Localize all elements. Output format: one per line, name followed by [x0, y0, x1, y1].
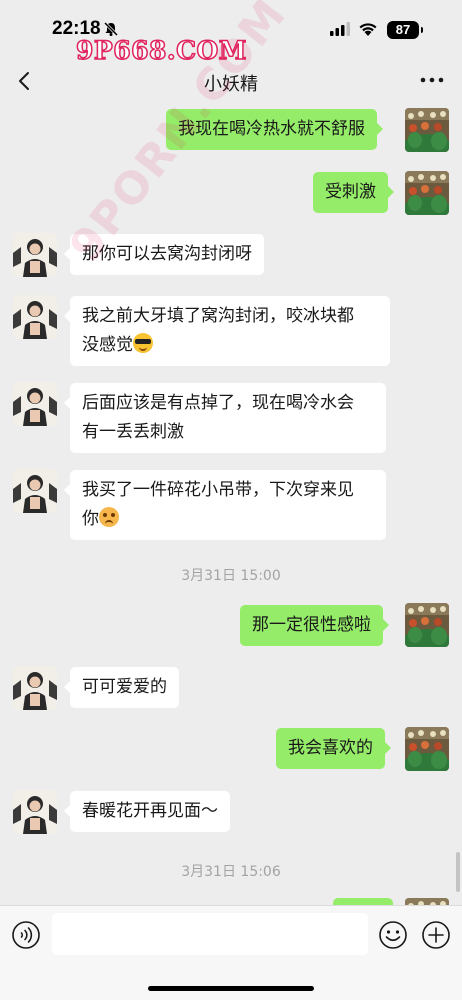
message-text: 那一定很性感啦: [252, 615, 371, 635]
battery-indicator: 87: [387, 21, 423, 39]
message-bubble-sent[interactable]: 那一定很性感啦: [240, 605, 389, 646]
message-text-line: 我买了一件碎花小吊带，下次穿来见: [82, 480, 354, 500]
message-bubble-received[interactable]: 后面应该是有点掉了，现在喝冷水会 有一丢丢刺激: [64, 383, 386, 453]
message-text: 你: [82, 509, 99, 529]
avatar[interactable]: [13, 295, 57, 339]
message-text: 我会喜欢的: [288, 738, 373, 758]
more-icon[interactable]: [420, 76, 444, 84]
avatar[interactable]: [405, 727, 449, 771]
message-input[interactable]: [52, 913, 368, 955]
message-text: 没感觉: [82, 335, 133, 355]
scrollbar[interactable]: [456, 852, 460, 892]
message-text: 我现在喝冷热水就不舒服: [178, 119, 365, 139]
message-text: 可可爱爱的: [82, 677, 167, 697]
message-text: 那你可以去窝沟封闭呀: [82, 244, 252, 264]
home-indicator: [148, 986, 314, 991]
avatar[interactable]: [13, 233, 57, 277]
pouting-emoji-icon: [99, 507, 119, 527]
avatar[interactable]: [13, 382, 57, 426]
message-bubble-received[interactable]: 我买了一件碎花小吊带，下次穿来见 你: [64, 470, 386, 540]
voice-icon[interactable]: [11, 920, 41, 950]
message-bubble-received[interactable]: 可可爱爱的: [64, 667, 179, 708]
sunglasses-emoji-icon: [133, 333, 153, 353]
input-bar: [0, 905, 462, 1000]
message-text-line: 你: [82, 505, 374, 534]
message-bubble-sent[interactable]: 我会喜欢的: [276, 728, 391, 769]
message-text: 春暖花开再见面～: [82, 801, 218, 821]
message-bubble-sent[interactable]: 受刺激: [313, 172, 394, 213]
avatar[interactable]: [13, 666, 57, 710]
avatar[interactable]: [13, 790, 57, 834]
watermark-text: 9P668.COM: [75, 35, 247, 66]
wifi-icon: [359, 23, 377, 36]
plus-icon[interactable]: [421, 920, 451, 950]
timestamp: 3月31日 15:00: [181, 568, 281, 584]
avatar[interactable]: [405, 171, 449, 215]
avatar[interactable]: [13, 469, 57, 513]
message-bubble-sent[interactable]: 我现在喝冷热水就不舒服: [166, 109, 383, 150]
message-text-line: 我之前大牙填了窝沟封闭，咬冰块都: [82, 306, 354, 326]
message-bubble-received[interactable]: 春暖花开再见面～: [64, 791, 230, 832]
message-text-line: 有一丢丢刺激: [82, 422, 184, 442]
message-bubble-received[interactable]: 那你可以去窝沟封闭呀: [64, 234, 264, 275]
timestamp: 3月31日 15:06: [181, 864, 281, 880]
avatar[interactable]: [405, 603, 449, 647]
message-text-line: 没感觉: [82, 331, 378, 360]
message-bubble-received[interactable]: 我之前大牙填了窝沟封闭，咬冰块都 没感觉: [64, 296, 390, 366]
message-text: 受刺激: [325, 182, 376, 202]
signal-icon: [330, 22, 350, 36]
chat-title: 小妖精: [204, 74, 258, 95]
avatar[interactable]: [405, 108, 449, 152]
message-text-line: 后面应该是有点掉了，现在喝冷水会: [82, 393, 354, 413]
emoji-icon[interactable]: [378, 920, 408, 950]
mute-icon: [103, 21, 119, 37]
